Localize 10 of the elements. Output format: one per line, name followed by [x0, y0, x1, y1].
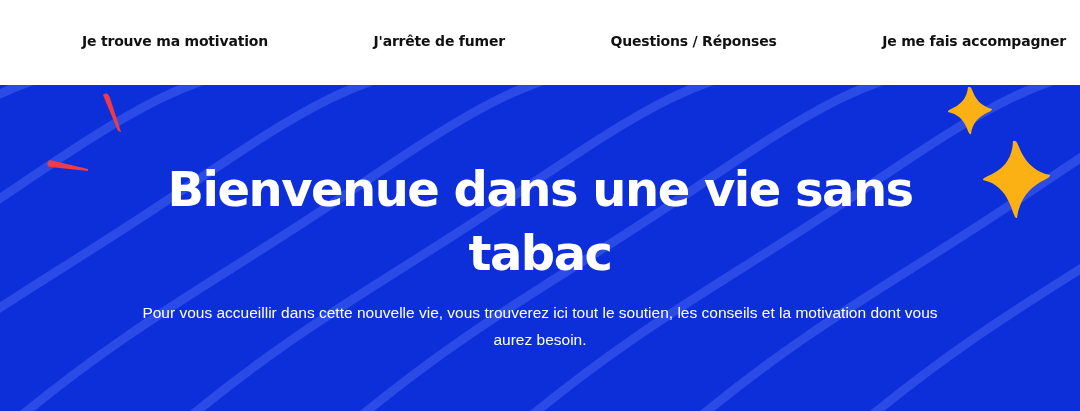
sparkle-icon: [982, 140, 1052, 220]
accent-stroke-icon: [46, 158, 90, 172]
hero-title: Bienvenue dans une vie sans tabac: [166, 160, 914, 283]
nav-link[interactable]: Je trouve ma motivation: [82, 32, 268, 49]
nav-link[interactable]: Questions / Réponses: [610, 32, 777, 49]
nav-link[interactable]: J'arrête de fumer: [373, 32, 505, 49]
nav-link[interactable]: Je me fais accompagner: [882, 32, 1066, 49]
accent-stroke-icon: [100, 92, 124, 134]
sparkle-icon: [946, 86, 994, 136]
hero-subtitle: Pour vous accueillir dans cette nouvelle vie, vous trouverez ici tout le soutien, les conseils et la motivation dont vous aurez besoin.: [141, 303, 939, 350]
